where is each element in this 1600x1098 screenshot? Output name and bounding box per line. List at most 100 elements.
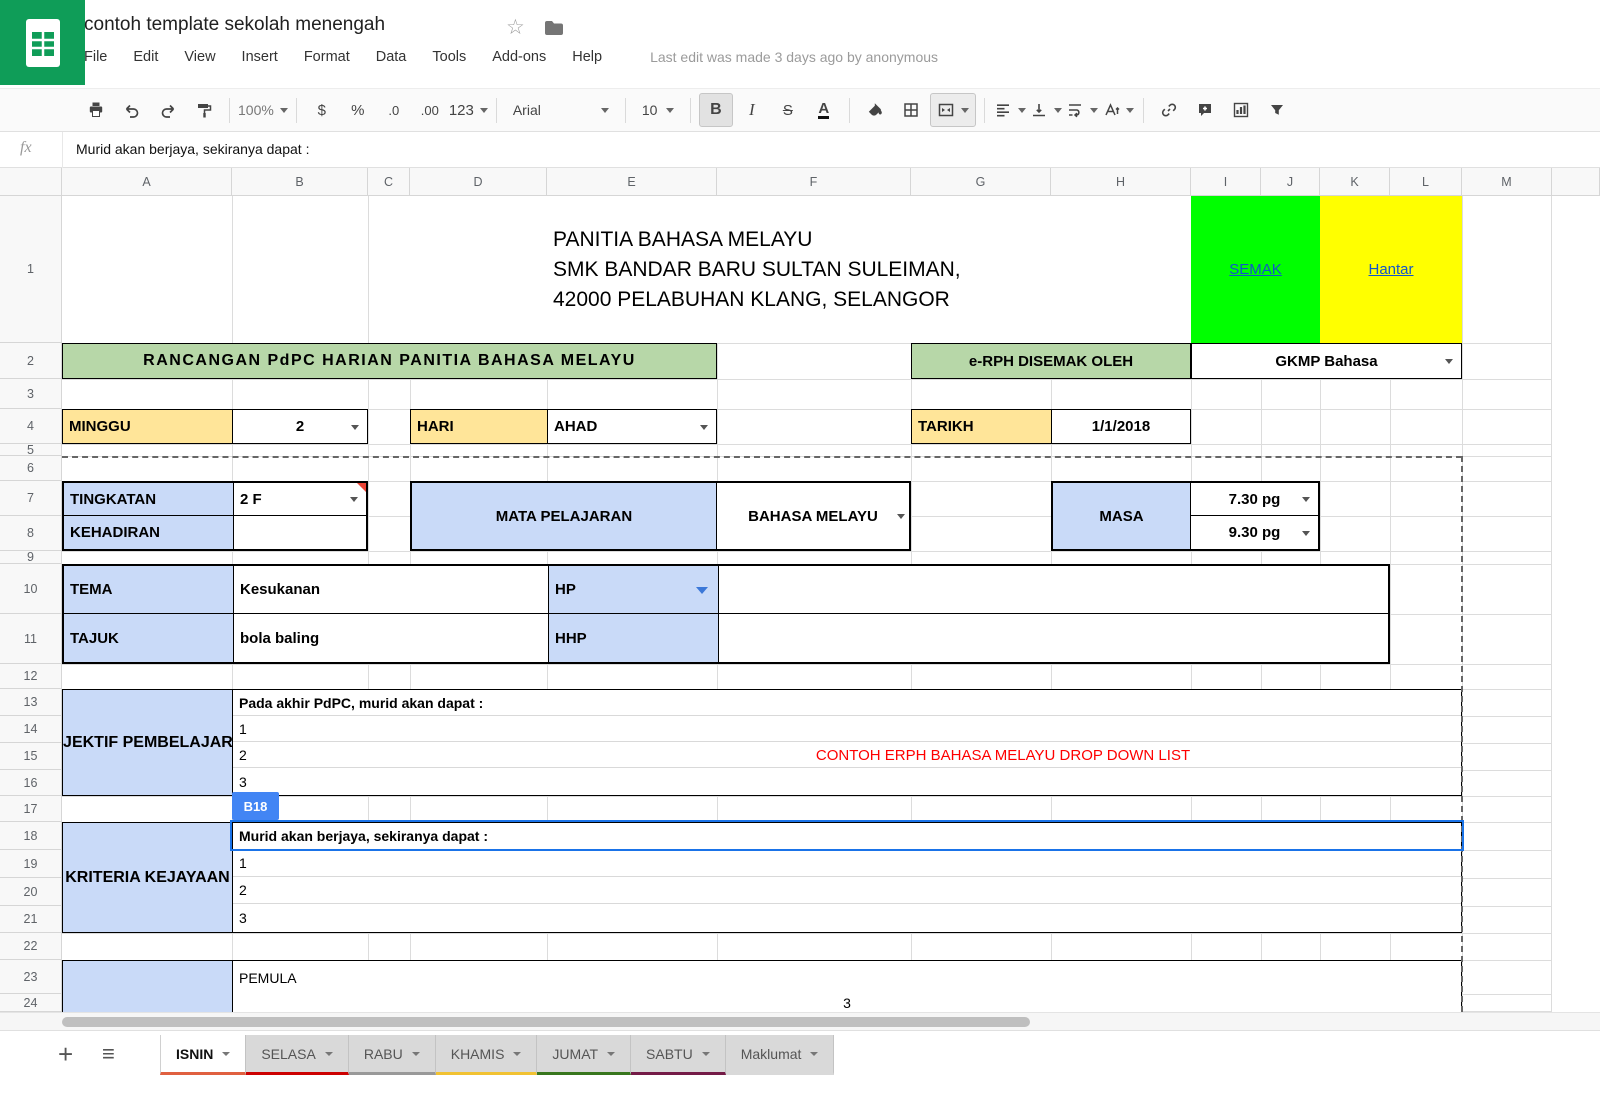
hantar-link[interactable]: Hantar <box>1368 261 1413 278</box>
cell-pemula[interactable]: PEMULA <box>233 961 1461 994</box>
sheet-grid[interactable]: PANITIA BAHASA MELAYU SMK BANDAR BARU SU… <box>62 196 1552 1012</box>
cell-tingkatan-value[interactable]: 2 F <box>234 483 366 516</box>
cell-objektif-intro[interactable]: Pada akhir PdPC, murid akan dapat : <box>233 690 1461 716</box>
move-folder-icon[interactable] <box>544 20 564 41</box>
cell-row24-value[interactable]: 3 <box>233 994 1461 1012</box>
cell-kriteria-item-3[interactable]: 3 <box>233 904 1461 932</box>
row-header-19[interactable]: 19 <box>0 850 61 878</box>
tab-menu-caret[interactable] <box>607 1051 616 1056</box>
tab-menu-caret[interactable] <box>411 1051 420 1056</box>
undo-button[interactable] <box>115 93 149 127</box>
sheet-tab-khamis[interactable]: KHAMIS <box>435 1035 538 1075</box>
menu-edit[interactable]: Edit <box>133 49 158 65</box>
cell-hhp-value[interactable] <box>719 614 1388 662</box>
cell-kehadiran-label[interactable]: KEHADIRAN <box>64 516 234 549</box>
fill-color-button[interactable] <box>858 93 892 127</box>
row-header-1[interactable]: 1 <box>0 196 61 343</box>
vertical-align-button[interactable] <box>1029 93 1063 127</box>
column-header-k[interactable]: K <box>1320 168 1390 195</box>
row-header-7[interactable]: 7 <box>0 481 61 516</box>
format-currency-button[interactable]: $ <box>305 93 339 127</box>
cell-mata-pelajaran-value[interactable]: BAHASA MELAYU <box>717 483 909 549</box>
menu-data[interactable]: Data <box>376 49 407 65</box>
cell-kriteria-label[interactable]: KRITERIA KEJAYAAN <box>63 823 233 932</box>
cell-gkmp-dropdown[interactable]: GKMP Bahasa <box>1191 343 1462 379</box>
document-title[interactable]: contoh template sekolah menengah <box>84 14 385 36</box>
column-header-l[interactable]: L <box>1390 168 1462 195</box>
dropdown-caret[interactable] <box>351 424 359 430</box>
all-sheets-button[interactable]: ≡ <box>102 1041 115 1067</box>
text-color-button[interactable]: A <box>807 93 841 127</box>
cell-semak[interactable]: SEMAK <box>1191 196 1320 343</box>
column-header-g[interactable]: G <box>911 168 1051 195</box>
dropdown-caret[interactable] <box>1302 497 1310 502</box>
tab-menu-caret[interactable] <box>222 1051 231 1056</box>
redo-button[interactable] <box>151 93 185 127</box>
zoom-select[interactable]: 100% <box>238 93 288 127</box>
font-size-select[interactable]: 10 <box>634 93 682 127</box>
strikethrough-button[interactable]: S <box>771 93 805 127</box>
row-header-24[interactable]: 24 <box>0 994 61 1012</box>
column-header-b[interactable]: B <box>232 168 368 195</box>
cell-hari-value[interactable]: AHAD <box>548 410 716 443</box>
sheet-tab-rabu[interactable]: RABU <box>348 1035 436 1075</box>
text-wrap-button[interactable] <box>1065 93 1099 127</box>
row-header-14[interactable]: 14 <box>0 716 61 743</box>
cell-objektif-item-3[interactable]: 3 <box>233 768 1461 795</box>
dropdown-caret[interactable] <box>700 424 708 430</box>
sheet-tab-jumat[interactable]: JUMAT <box>537 1035 632 1075</box>
cell-rancangan-title[interactable]: RANCANGAN PdPC HARIAN PANITIA BAHASA MEL… <box>62 343 717 379</box>
cell-tarikh-label[interactable]: TARIKH <box>912 410 1052 443</box>
more-formats-button[interactable]: 123 <box>449 93 488 127</box>
insert-link-button[interactable] <box>1152 93 1186 127</box>
formula-input[interactable]: Murid akan berjaya, sekiranya dapat : <box>76 141 309 157</box>
sheet-tab-maklumat[interactable]: Maklumat <box>725 1035 835 1075</box>
row-header-23[interactable]: 23 <box>0 960 61 994</box>
cell-tingkatan-label[interactable]: TINGKATAN <box>64 483 234 516</box>
column-header-c[interactable]: C <box>368 168 410 195</box>
add-sheet-button[interactable]: + <box>58 1039 73 1070</box>
tab-menu-caret[interactable] <box>810 1051 819 1056</box>
row-header-17[interactable]: 17 <box>0 796 61 822</box>
horizontal-scrollbar-thumb[interactable] <box>62 1017 1030 1027</box>
horizontal-align-button[interactable] <box>993 93 1027 127</box>
sheet-tab-isnin[interactable]: ISNIN <box>160 1035 247 1075</box>
font-family-select[interactable]: Arial <box>505 93 617 127</box>
dropdown-caret[interactable] <box>696 586 708 594</box>
select-all-corner[interactable] <box>0 168 62 195</box>
row-header-10[interactable]: 10 <box>0 564 61 614</box>
paint-format-button[interactable] <box>187 93 221 127</box>
menu-file[interactable]: File <box>84 49 107 65</box>
cell-tarikh-value[interactable]: 1/1/2018 <box>1052 410 1190 443</box>
bold-button[interactable]: B <box>698 93 733 127</box>
cell-school-header[interactable]: PANITIA BAHASA MELAYU SMK BANDAR BARU SU… <box>410 196 1191 343</box>
row-header-4[interactable]: 4 <box>0 409 61 444</box>
dropdown-caret[interactable] <box>1445 359 1453 364</box>
row-header-16[interactable]: 16 <box>0 770 61 796</box>
menu-insert[interactable]: Insert <box>242 49 278 65</box>
cell-objektif-label[interactable]: OBJEKTIF PEMBELAJARAN <box>63 690 233 795</box>
cell-tajuk-value[interactable]: bola baling <box>234 614 549 662</box>
cell-hantar[interactable]: Hantar <box>1320 196 1462 343</box>
row-header-20[interactable]: 20 <box>0 878 61 906</box>
cell-objektif-item-1[interactable]: 1 <box>233 716 1461 742</box>
row-header-13[interactable]: 13 <box>0 689 61 716</box>
cell-minggu-value[interactable]: 2 <box>233 410 367 443</box>
menu-view[interactable]: View <box>184 49 215 65</box>
dropdown-caret[interactable] <box>1302 530 1310 536</box>
last-edit-status[interactable]: Last edit was made 3 days ago by anonymo… <box>650 49 938 65</box>
column-header-h[interactable]: H <box>1051 168 1191 195</box>
cell-hp-value[interactable] <box>719 566 1388 614</box>
cell-tema-label[interactable]: TEMA <box>64 566 234 614</box>
dropdown-caret[interactable] <box>350 497 358 502</box>
borders-button[interactable] <box>894 93 928 127</box>
cell-masa-label[interactable]: MASA <box>1053 483 1191 549</box>
decrease-decimal-button[interactable]: .0 <box>377 93 411 127</box>
print-button[interactable] <box>79 93 113 127</box>
row-header-6[interactable]: 6 <box>0 456 61 481</box>
menu-tools[interactable]: Tools <box>432 49 466 65</box>
merge-cells-button[interactable] <box>929 93 976 127</box>
cell-mata-pelajaran-label[interactable]: MATA PELAJARAN <box>412 483 717 549</box>
row-header-9[interactable]: 9 <box>0 551 61 564</box>
column-header-e[interactable]: E <box>547 168 717 195</box>
